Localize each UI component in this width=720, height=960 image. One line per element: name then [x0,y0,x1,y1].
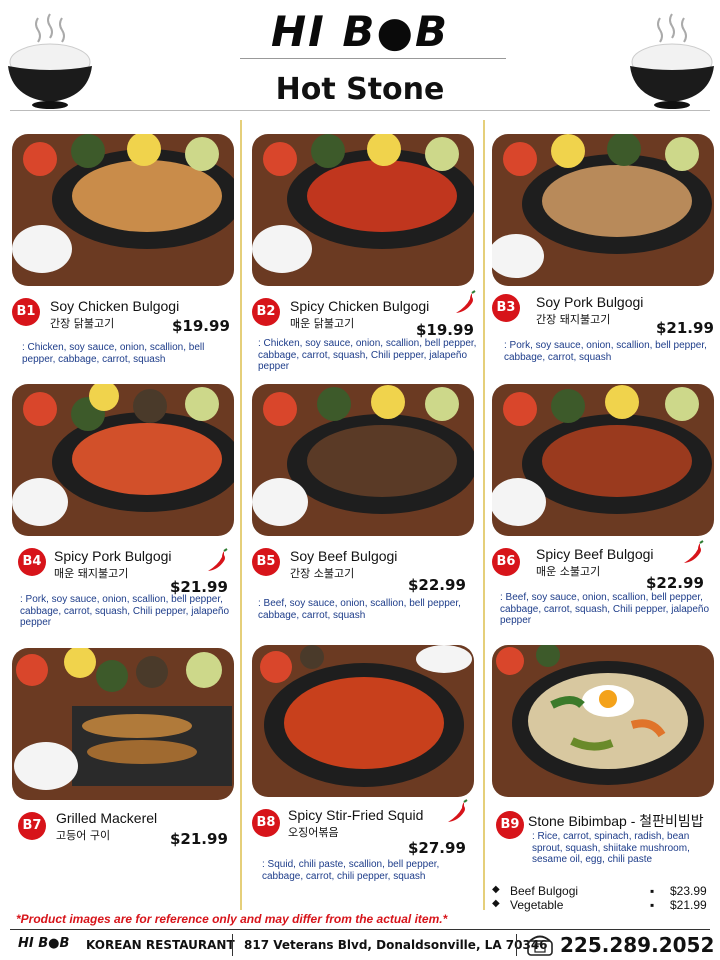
item-price: $27.99 [408,839,466,857]
restaurant-name: KOREAN RESTAURANT [86,938,235,952]
footer-separator [232,934,233,956]
diamond-bullet-icon: ◆ [492,898,500,909]
phone-number[interactable]: 225.289.2052 [560,933,714,957]
option-price: $23.99 [670,884,707,898]
menu-item-b4: B4 Spicy Pork Bulgogi 매운 돼지불고기 $21.99 : … [12,384,242,634]
menu-item-b8: B8 Spicy Stir-Fried Squid 오징어볶음 $27.99 :… [252,645,482,885]
footer-divider [10,929,710,930]
chili-pepper-icon [456,290,476,313]
item-name: Stone Bibimbap - 철판비빔밥 [528,813,704,829]
option-label: Beef Bulgogi [510,884,579,898]
chili-pepper-icon [208,548,228,571]
item-korean-name: 고등어 구이 [56,829,111,842]
item-price: $22.99 [408,576,466,594]
item-code-badge: B5 [252,548,280,576]
item-korean-name: 매운 닭불고기 [290,317,355,330]
chili-pepper-icon [448,799,468,822]
menu-item-b3: B3 Soy Pork Bulgogi 간장 돼지불고기 $21.99 : Po… [492,134,720,374]
item-code-badge: B2 [252,298,280,326]
item-description: : Beef, soy sauce, onion, scallion, bell… [500,592,710,626]
item-code-badge: B6 [492,548,520,576]
option-label: Vegetable [510,898,564,912]
menu-item-b7: B7 Grilled Mackerel 고등어 구이 $21.99 [12,648,242,848]
rice-bowl-icon [8,13,92,109]
item-korean-name: 매운 돼지불고기 [54,567,129,580]
disclaimer-text: *Product images are for reference only a… [16,912,448,926]
item-description: : Rice, carrot, spinach, radish, bean sp… [532,831,690,865]
item-code-badge: B4 [18,548,46,576]
menu-item-b1: B1 Soy Chicken Bulgogi 간장 닭불고기 $19.99 : … [12,134,242,374]
logo-underline [240,58,506,59]
item-code-badge: B8 [252,809,280,837]
column-divider [483,120,485,910]
diamond-bullet-icon: ◆ [492,884,500,895]
item-korean-name: 간장 돼지불고기 [536,313,611,326]
item-price: $19.99 [416,321,474,339]
item-korean-name: 오징어볶음 [288,826,339,839]
chili-pepper-icon [684,540,704,563]
dish-photo-grilled-mackerel [12,648,234,800]
menu-item-b2: B2 Spicy Chicken Bulgogi 매운 닭불고기 $19.99 … [252,134,482,374]
square-bullet-icon: ▪ [650,898,655,912]
square-bullet-icon: ▪ [650,884,655,898]
dish-photo-spicy-pork-bulgogi [12,384,234,536]
brand-logo: HI B●B [270,7,450,56]
menu-item-b6: B6 Spicy Beef Bulgogi 매운 소불고기 $22.99 : B… [492,384,720,634]
menu-item-b9: B9 Stone Bibimbap - 철판비빔밥 : Rice, carrot… [492,645,720,881]
option-row: ◆ Beef Bulgogi ▪ $23.99 [492,884,712,898]
footer: HI B●B KOREAN RESTAURANT 817 Veterans Bl… [0,932,720,958]
item-name: Soy Beef Bulgogi [290,548,398,564]
item-name: Spicy Stir-Fried Squid [288,807,424,823]
item-name: Soy Pork Bulgogi [536,294,644,310]
item-code-badge: B3 [492,294,520,322]
item-name: Soy Chicken Bulgogi [50,298,180,314]
item-korean-name: 매운 소불고기 [536,565,601,578]
menu-item-b5: B5 Soy Beef Bulgogi 간장 소불고기 $22.99 : Bee… [252,384,482,634]
item-korean-name: 간장 닭불고기 [50,317,115,330]
item-price: $21.99 [656,319,714,337]
page-title: Hot Stone [275,72,445,107]
dish-photo-stone-bibimbap [492,645,714,797]
item-description: : Squid, chili paste, scallion, bell pep… [262,859,440,882]
item-code-badge: B1 [12,298,40,326]
restaurant-address: 817 Veterans Blvd, Donaldsonville, LA 70… [244,938,548,952]
header-divider [10,110,710,111]
item-description: : Pork, soy sauce, onion, scallion, bell… [504,340,707,363]
footer-logo: HI B●B [18,936,70,951]
item-description: : Pork, soy sauce, onion, scallion, bell… [20,594,230,628]
item-name: Spicy Pork Bulgogi [54,548,172,564]
item-code-badge: B9 [496,811,524,839]
rice-bowl-icon [630,13,714,109]
item-description: : Chicken, soy sauce, onion, scallion, b… [22,342,205,365]
item-description: : Chicken, soy sauce, onion, scallion, b… [258,338,477,372]
item-name: Spicy Chicken Bulgogi [290,298,430,314]
item-price: $21.99 [170,830,228,848]
option-row: ◆ Vegetable ▪ $21.99 [492,898,712,912]
bibimbap-options: ◆ Beef Bulgogi ▪ $23.99 ◆ Vegetable ▪ $2… [492,884,712,912]
dish-photo-soy-chicken-bulgogi [12,134,234,286]
dish-photo-spicy-stir-fried-squid [252,645,474,797]
menu-header: HI B●B Hot Stone [0,0,720,112]
option-price: $21.99 [670,898,707,912]
dish-photo-soy-pork-bulgogi [492,134,714,286]
dish-photo-spicy-beef-bulgogi [492,384,714,536]
dish-photo-soy-beef-bulgogi [252,384,474,536]
item-description: : Beef, soy sauce, onion, scallion, bell… [258,598,461,621]
item-price: $19.99 [172,317,230,335]
item-korean-name: 간장 소불고기 [290,567,355,580]
item-name: Grilled Mackerel [56,810,158,826]
item-code-badge: B7 [18,812,46,840]
dish-photo-spicy-chicken-bulgogi [252,134,474,286]
item-price: $22.99 [646,574,704,592]
item-name: Spicy Beef Bulgogi [536,546,654,562]
telephone-icon [527,935,553,956]
footer-separator [516,934,517,956]
